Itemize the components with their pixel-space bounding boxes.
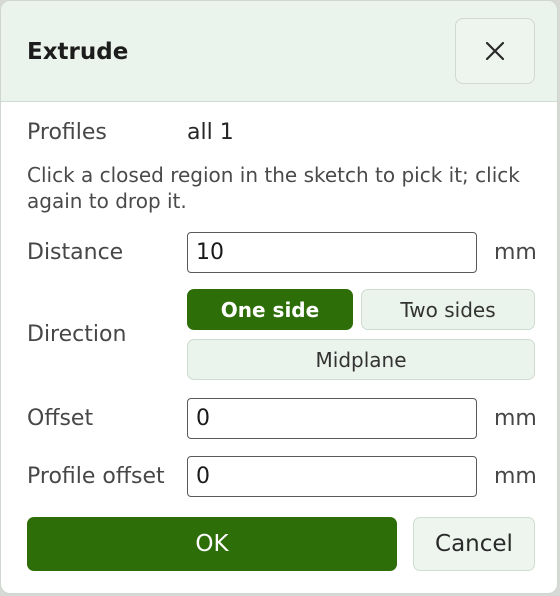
direction-midplane-button[interactable]: Midplane <box>187 339 535 380</box>
profile-offset-input[interactable] <box>187 456 477 497</box>
profiles-value: all 1 <box>187 120 234 145</box>
profiles-label: Profiles <box>27 120 107 145</box>
direction-two-sides-button[interactable]: Two sides <box>361 289 535 330</box>
distance-label: Distance <box>27 240 124 265</box>
ok-button[interactable]: OK <box>27 517 397 571</box>
offset-label: Offset <box>27 406 94 431</box>
direction-one-side-button[interactable]: One side <box>187 289 353 330</box>
distance-input[interactable] <box>187 232 477 273</box>
extrude-dialog: Extrude Profiles all 1 Click a closed re… <box>0 0 558 594</box>
pick-hint-text: Click a closed region in the sketch to p… <box>27 163 520 213</box>
close-icon <box>484 40 506 62</box>
direction-label: Direction <box>27 322 127 347</box>
offset-input[interactable] <box>187 398 477 439</box>
dialog-title: Extrude <box>27 39 129 65</box>
close-button[interactable] <box>455 18 535 84</box>
profile-offset-unit: mm <box>494 464 537 489</box>
profile-offset-label: Profile offset <box>27 464 165 489</box>
cancel-button[interactable]: Cancel <box>413 517 535 571</box>
dialog-header: Extrude <box>1 1 557 102</box>
distance-unit: mm <box>494 240 537 265</box>
offset-unit: mm <box>494 406 537 431</box>
